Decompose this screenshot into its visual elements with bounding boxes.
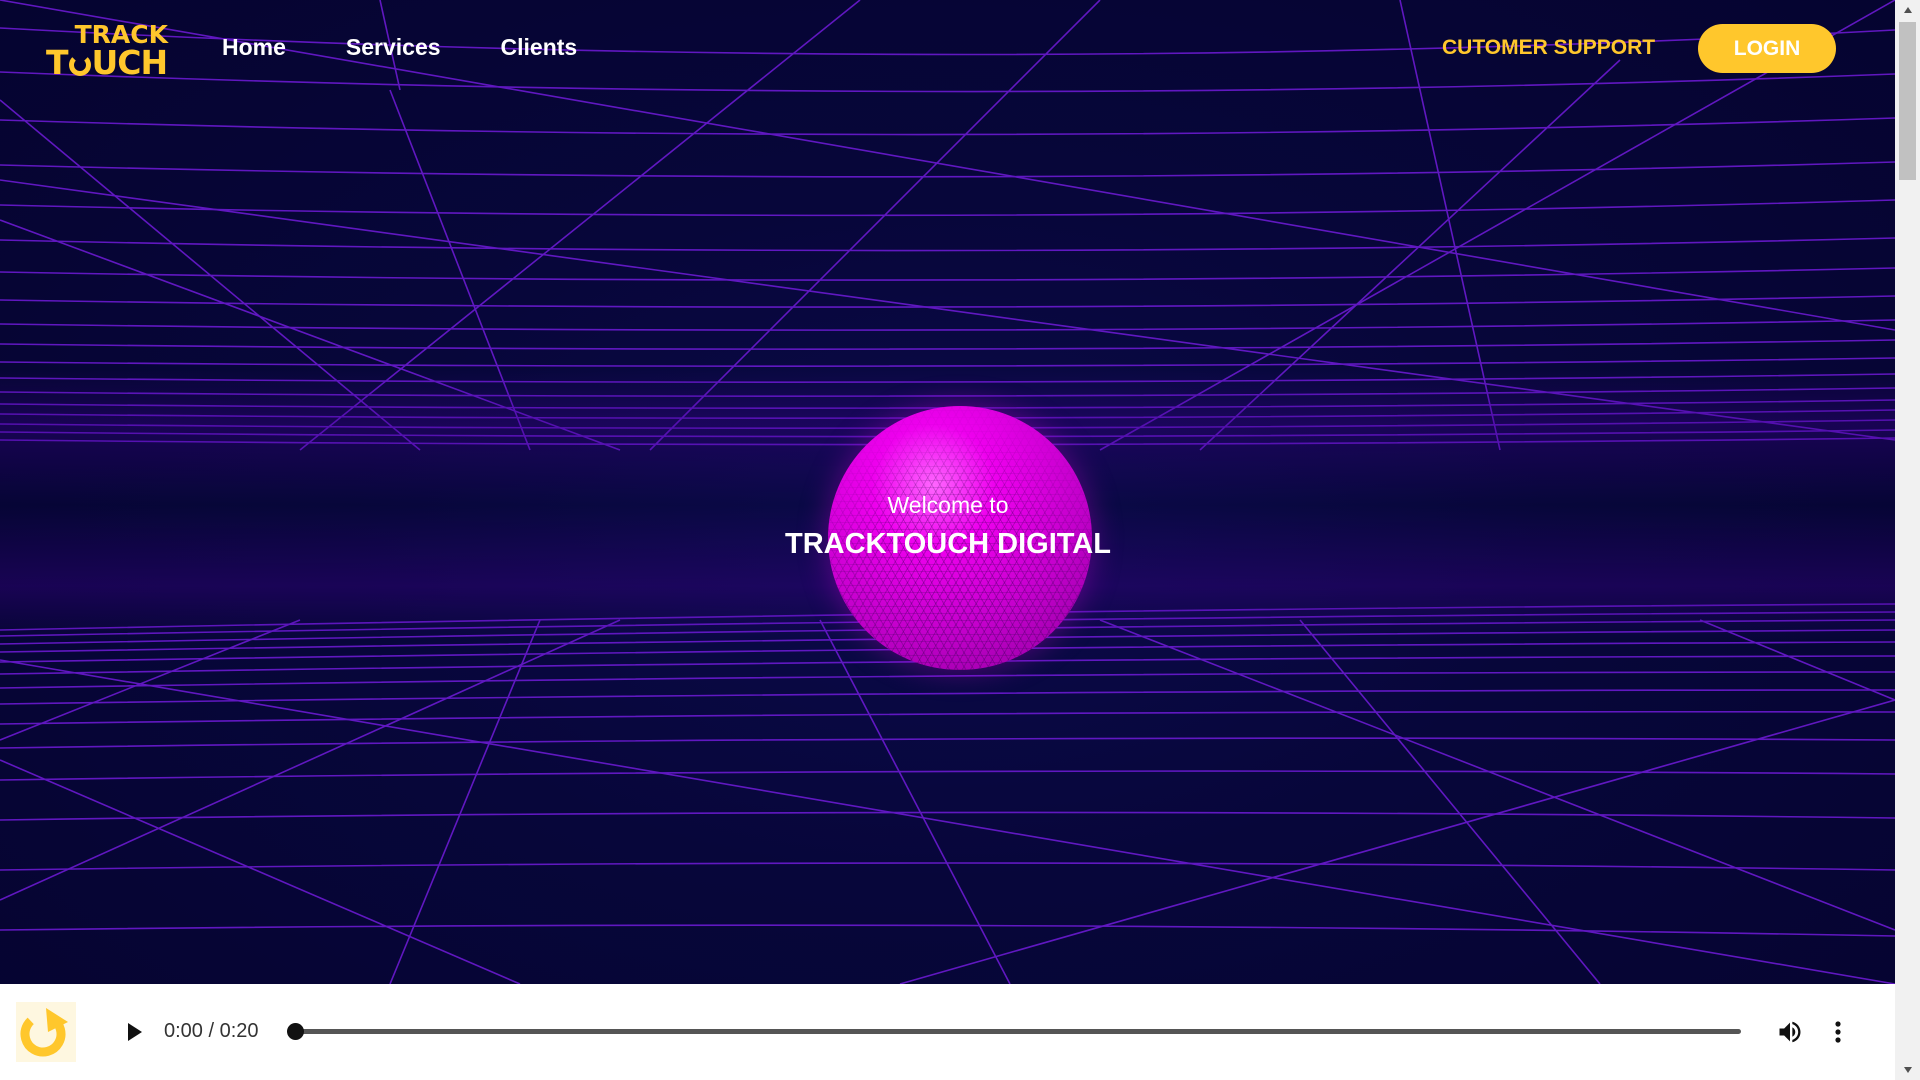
more-vert-icon[interactable]	[1826, 1018, 1850, 1046]
scroll-up-icon[interactable]	[1895, 0, 1920, 20]
nav-home[interactable]: Home	[222, 34, 286, 61]
page-viewport: Welcome to TRACKTOUCH DIGITAL TRACK T UCH…	[0, 0, 1895, 1080]
hero-section: Welcome to TRACKTOUCH DIGITAL	[0, 0, 1895, 984]
time-display: 0:00 / 0:20	[164, 1020, 259, 1042]
seek-thumb[interactable]	[287, 1023, 304, 1040]
logo-t: T	[46, 43, 68, 82]
player-logo-icon	[16, 1002, 76, 1062]
logo-line-2: T UCH	[46, 43, 169, 82]
brand-logo[interactable]: TRACK T UCH	[46, 18, 172, 82]
nav-services[interactable]: Services	[346, 34, 441, 61]
welcome-text: Welcome to	[887, 492, 1009, 518]
play-icon[interactable]	[122, 1020, 146, 1044]
hero-title: TRACKTOUCH DIGITAL	[785, 528, 1111, 560]
customer-support-link[interactable]: CUTOMER SUPPORT	[1442, 36, 1655, 60]
seek-bar[interactable]	[297, 1029, 1741, 1034]
scroll-thumb[interactable]	[1899, 22, 1916, 180]
volume-icon[interactable]	[1776, 1018, 1804, 1046]
logo-o-icon	[68, 54, 91, 76]
site-header: TRACK T UCH Home Services Clients CUTOMER…	[0, 0, 1895, 96]
logo-uch: UCH	[91, 43, 169, 82]
scroll-down-icon[interactable]	[1895, 1060, 1920, 1080]
main-nav: Home Services Clients	[222, 34, 637, 61]
login-button[interactable]: LOGIN	[1698, 24, 1836, 73]
nav-clients[interactable]: Clients	[501, 34, 578, 61]
vertical-scrollbar[interactable]	[1895, 0, 1920, 1080]
